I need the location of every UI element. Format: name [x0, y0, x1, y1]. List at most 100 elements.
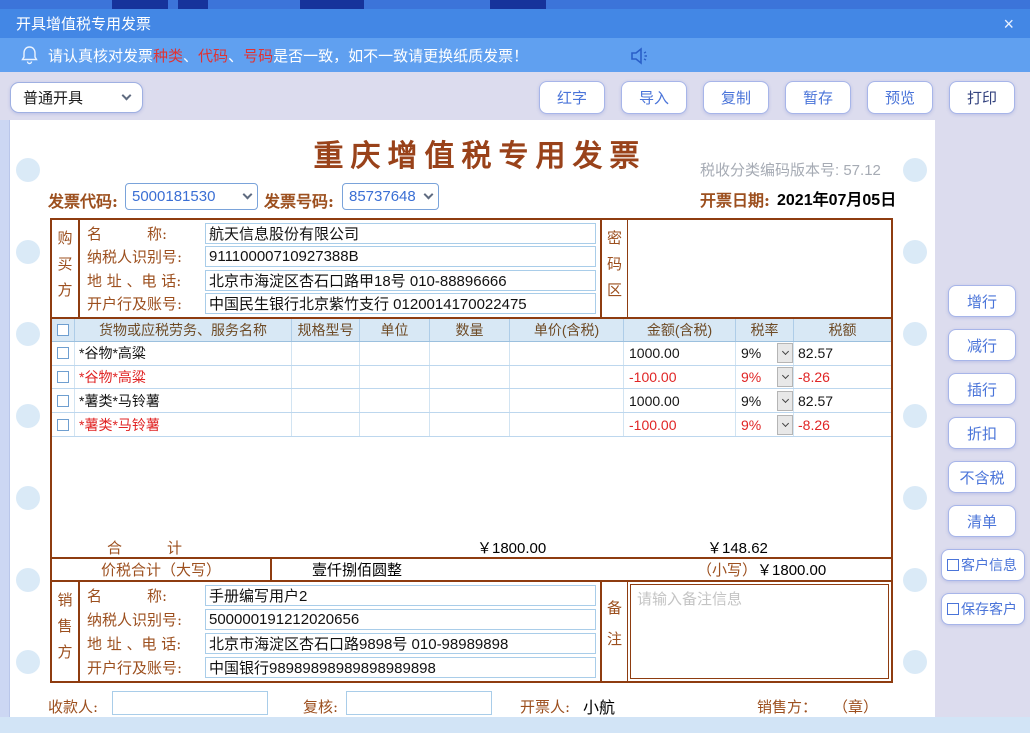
item-tax-cell[interactable]: -8.26 — [794, 366, 891, 389]
col-header-name: 货物或应税劳务、服务名称 — [75, 319, 292, 341]
payee-input[interactable] — [112, 691, 268, 715]
add-row-button[interactable]: 增行 — [948, 285, 1016, 317]
buyer-section: 购买方 名 称: 纳税人识别号: 地 址 、电 话: 开户行及账号: 密码区 — [52, 220, 891, 319]
tax-rate-select[interactable]: 9% — [736, 389, 794, 412]
issue-mode-select[interactable]: 普通开具 — [10, 82, 143, 113]
remark-label: 备注 — [604, 600, 625, 662]
row-checkbox[interactable] — [57, 395, 69, 407]
invoice-number-select[interactable]: 85737648 — [342, 183, 439, 210]
select-all-checkbox[interactable] — [57, 324, 69, 336]
items-table-header: 货物或应税劳务、服务名称 规格型号 单位 数量 单价(含税) 金额(含税) 税率… — [52, 319, 891, 342]
bottom-edge-strip — [0, 717, 1030, 733]
invoice-code-select[interactable]: 5000181530 — [125, 183, 258, 210]
notice-text: 请认真核对发票种类、代码、号码是否一致，如不一致请更换纸质发票！ — [48, 45, 528, 66]
item-tax-cell[interactable]: 82.57 — [794, 342, 891, 365]
customer-info-button[interactable]: 客户信息 — [941, 549, 1025, 581]
perforation-dot — [16, 158, 40, 182]
buyer-address-input[interactable] — [205, 270, 596, 291]
total-amount: ￥1800.00 — [477, 537, 546, 558]
item-price-cell[interactable] — [510, 413, 624, 436]
item-name-cell[interactable]: *薯类*马铃薯 — [75, 389, 292, 412]
item-name-cell[interactable]: *薯类*马铃薯 — [75, 413, 292, 436]
item-unit-cell[interactable] — [360, 342, 430, 365]
red-letter-button[interactable]: 红字 — [539, 81, 605, 114]
buyer-name-input[interactable] — [205, 223, 596, 244]
item-row-negative[interactable]: *薯类*马铃薯 -100.00 9% -8.26 — [52, 413, 891, 437]
item-name-cell[interactable]: *谷物*高粱 — [75, 342, 292, 365]
seller-address-input[interactable] — [205, 633, 596, 654]
item-price-cell[interactable] — [510, 366, 624, 389]
item-tax-cell[interactable]: -8.26 — [794, 413, 891, 436]
item-price-cell[interactable] — [510, 389, 624, 412]
remove-row-button[interactable]: 减行 — [948, 329, 1016, 361]
item-amount-cell[interactable]: -100.00 — [624, 366, 736, 389]
item-unit-cell[interactable] — [360, 389, 430, 412]
item-qty-cell[interactable] — [430, 413, 510, 436]
tax-rate-select[interactable]: 9% — [736, 413, 794, 436]
copy-button[interactable]: 复制 — [703, 81, 769, 114]
item-spec-cell[interactable] — [292, 389, 360, 412]
tax-rate-select[interactable]: 9% — [736, 342, 794, 365]
bell-icon — [20, 45, 39, 65]
seller-section: 销售方 名 称: 纳税人识别号: 地 址 、电 话: 开户行及账号: 备注 — [52, 582, 891, 681]
row-checkbox[interactable] — [57, 347, 69, 359]
save-customer-checkbox[interactable] — [947, 603, 959, 615]
invoice-number-value: 85737648 — [349, 188, 416, 205]
seller-name-input[interactable] — [205, 585, 596, 606]
item-amount-cell[interactable]: -100.00 — [624, 413, 736, 436]
buyer-taxid-label: 纳税人识别号: — [87, 246, 205, 267]
item-spec-cell[interactable] — [292, 342, 360, 365]
item-amount-cell[interactable]: 1000.00 — [624, 342, 736, 365]
left-edge-strip — [0, 120, 10, 717]
dropdown-arrow-icon[interactable] — [777, 367, 793, 387]
close-icon[interactable]: × — [1003, 15, 1014, 33]
item-spec-cell[interactable] — [292, 413, 360, 436]
buyer-side-label-cell: 购买方 — [52, 220, 80, 317]
item-unit-cell[interactable] — [360, 413, 430, 436]
item-spec-cell[interactable] — [292, 366, 360, 389]
insert-row-button[interactable]: 插行 — [948, 373, 1016, 405]
dropdown-arrow-icon[interactable] — [777, 415, 793, 435]
item-amount-cell[interactable]: 1000.00 — [624, 389, 736, 412]
save-draft-button[interactable]: 暂存 — [785, 81, 851, 114]
preview-button[interactable]: 预览 — [867, 81, 933, 114]
seller-taxid-input[interactable] — [205, 609, 596, 630]
item-name-cell[interactable]: *谷物*高粱 — [75, 366, 292, 389]
save-customer-button[interactable]: 保存客户 — [941, 593, 1025, 625]
reviewer-input[interactable] — [346, 691, 492, 715]
tax-rate-select[interactable]: 9% — [736, 366, 794, 389]
amount-in-words: 壹仟捌佰圆整 — [312, 559, 402, 580]
row-checkbox[interactable] — [57, 419, 69, 431]
invoice-code-label: 发票代码: — [48, 188, 118, 212]
perforation-dot — [903, 158, 927, 182]
save-customer-label: 保存客户 — [961, 599, 1017, 619]
buyer-bank-input[interactable] — [205, 293, 596, 314]
total-label: 合 计 — [107, 537, 182, 558]
list-button[interactable]: 清单 — [948, 505, 1016, 537]
import-button[interactable]: 导入 — [621, 81, 687, 114]
discount-button[interactable]: 折扣 — [948, 417, 1016, 449]
print-button[interactable]: 打印 — [949, 81, 1015, 114]
seal-placeholder: （章） — [833, 696, 878, 717]
item-qty-cell[interactable] — [430, 366, 510, 389]
seller-bank-input[interactable] — [205, 657, 596, 678]
item-row[interactable]: *谷物*高粱 1000.00 9% 82.57 — [52, 342, 891, 366]
customer-info-checkbox[interactable] — [947, 559, 959, 571]
item-tax-cell[interactable]: 82.57 — [794, 389, 891, 412]
total-tax: ￥148.62 — [707, 537, 768, 558]
item-row-negative[interactable]: *谷物*高粱 -100.00 9% -8.26 — [52, 366, 891, 390]
dropdown-arrow-icon[interactable] — [777, 391, 793, 411]
item-qty-cell[interactable] — [430, 389, 510, 412]
buyer-fields: 名 称: 纳税人识别号: 地 址 、电 话: 开户行及账号: — [80, 220, 600, 317]
item-price-cell[interactable] — [510, 342, 624, 365]
remark-textarea[interactable] — [630, 584, 889, 679]
tax-exclusive-button[interactable]: 不含税 — [948, 461, 1016, 493]
dropdown-arrow-icon[interactable] — [777, 343, 793, 363]
seller-taxid-label: 纳税人识别号: — [87, 609, 205, 630]
item-row[interactable]: *薯类*马铃薯 1000.00 9% 82.57 — [52, 389, 891, 413]
item-qty-cell[interactable] — [430, 342, 510, 365]
col-header-spec: 规格型号 — [292, 319, 360, 341]
buyer-taxid-input[interactable] — [205, 246, 596, 267]
row-checkbox[interactable] — [57, 371, 69, 383]
item-unit-cell[interactable] — [360, 366, 430, 389]
